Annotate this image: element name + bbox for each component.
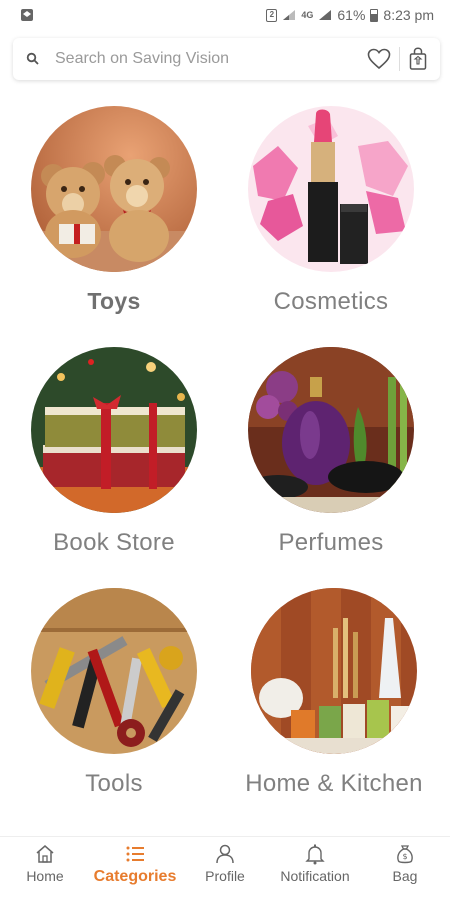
search-bar [13,38,440,80]
nav-bag[interactable]: $ Bag [360,837,450,884]
status-right: 2 4G 61% 8:23 pm [266,7,434,23]
bottom-navigation: Home Categories Profile Notification $ B… [0,836,450,900]
search-icon[interactable] [23,49,43,69]
notification-app-icon [21,9,33,21]
battery-icon [370,8,379,22]
home-icon [36,845,54,863]
category-label: Toys [87,288,141,314]
category-label: Perfumes [278,529,384,556]
cosmetics-image [248,106,414,272]
category-perfumes[interactable]: Perfumes [231,347,431,557]
network-type: 4G [301,10,314,20]
search-input[interactable] [55,50,365,68]
category-book-store[interactable]: Book Store [14,347,214,557]
category-label: Book Store [53,529,175,556]
category-label: Tools [85,770,143,797]
toys-image [31,106,197,272]
category-label: Cosmetics [273,288,389,315]
clock: 8:23 pm [383,7,434,23]
category-toys[interactable]: Toys [14,106,214,315]
money-bag-icon: $ [397,845,413,864]
search-divider [399,47,400,71]
nav-home[interactable]: Home [0,837,90,884]
signal-icon [283,10,296,20]
category-home-kitchen[interactable]: Home & Kitchen [234,588,434,798]
bell-icon [305,844,325,865]
svg-text:$: $ [402,852,407,861]
nav-notification[interactable]: Notification [270,837,360,884]
category-label: Home & Kitchen [245,770,423,797]
perfumes-image [248,347,414,513]
home-kitchen-image [251,588,417,754]
nav-label: Categories [93,868,177,885]
sim-icon: 2 [266,8,278,22]
category-cosmetics[interactable]: Cosmetics [231,106,431,316]
wishlist-heart-icon[interactable] [365,45,393,73]
tools-image [31,588,197,754]
nav-label: Home [26,868,64,884]
status-bar: 2 4G 61% 8:23 pm [0,0,450,30]
nav-label: Profile [205,868,245,884]
nav-label: Bag [392,868,418,884]
nav-categories[interactable]: Categories [90,837,180,886]
list-icon [126,846,144,862]
battery-percent: 61% [337,7,366,23]
nav-profile[interactable]: Profile [180,837,270,884]
book-store-image [31,347,197,513]
status-left [20,8,34,22]
shopping-bag-icon[interactable] [406,45,430,73]
signal-icon-2 [319,10,332,20]
person-icon [216,844,234,864]
nav-label: Notification [280,868,350,884]
category-tools[interactable]: Tools [14,588,214,798]
